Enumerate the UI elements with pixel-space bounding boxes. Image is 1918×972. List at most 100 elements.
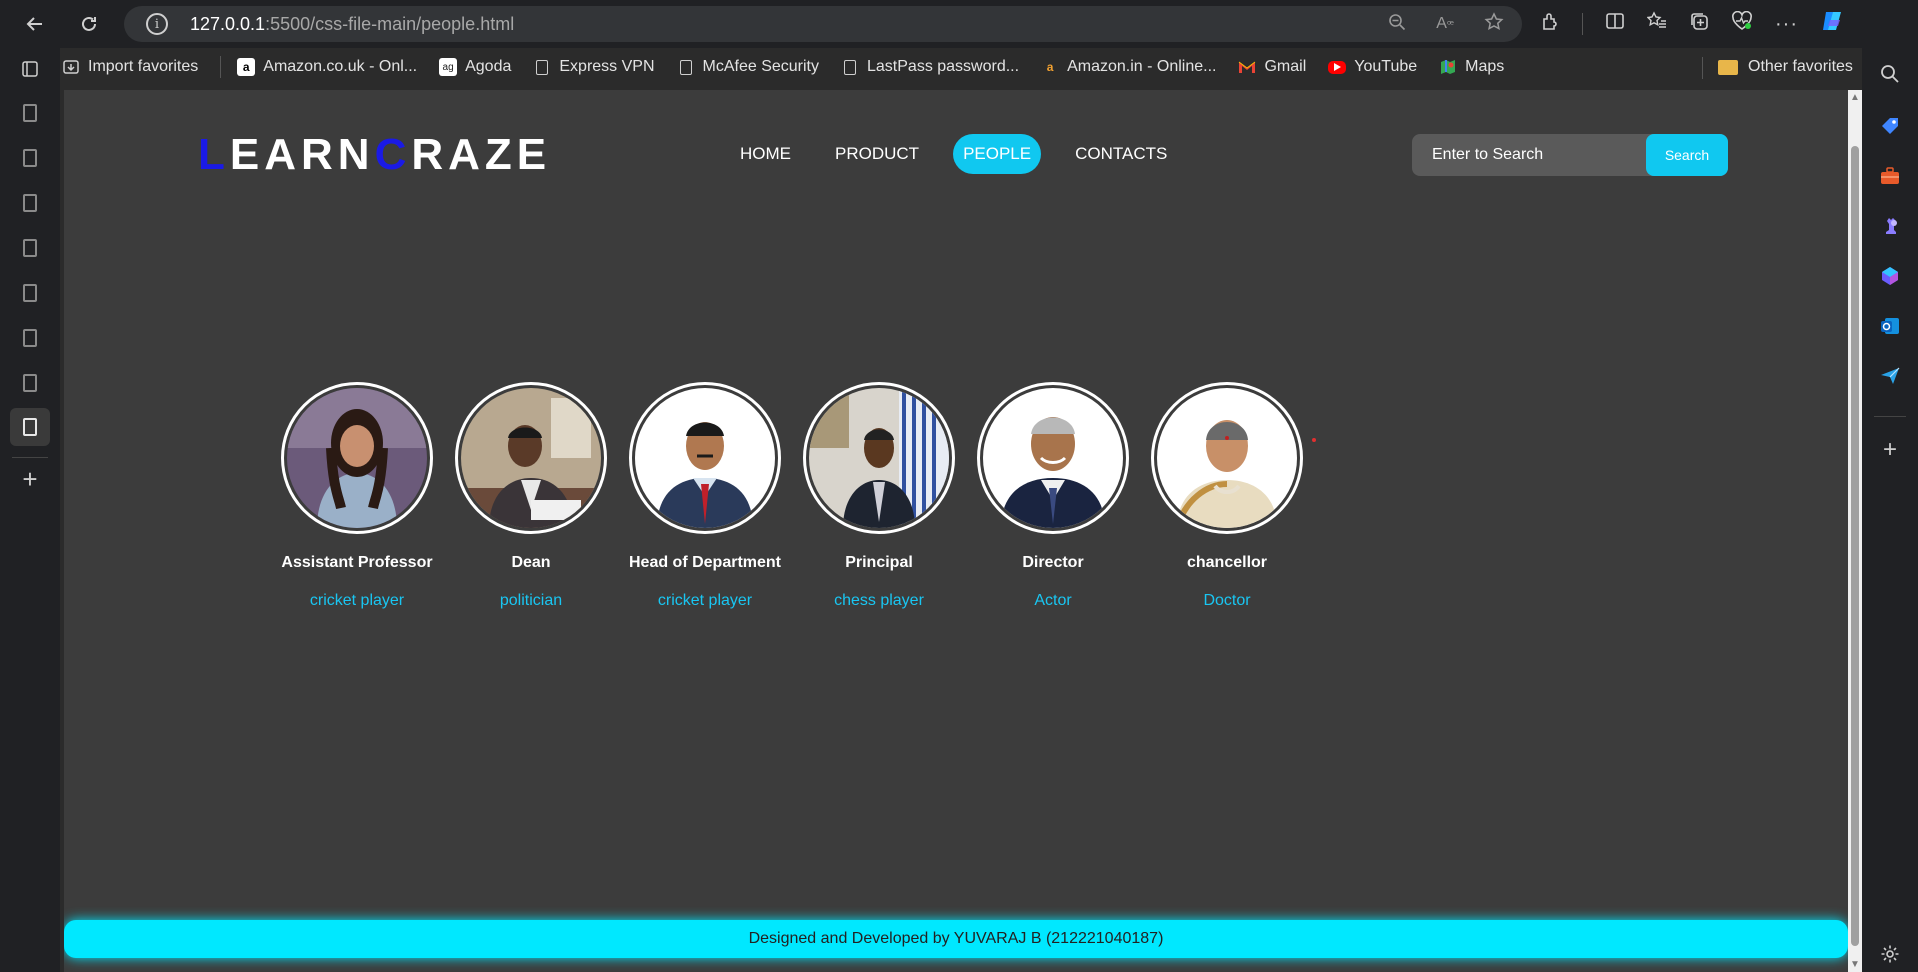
outlook-icon[interactable] bbox=[1876, 312, 1904, 340]
other-favorites[interactable]: Other favorites bbox=[1718, 50, 1853, 84]
tab-page-icon[interactable] bbox=[10, 274, 50, 312]
site-logo[interactable]: LEARNCRAZE bbox=[198, 130, 551, 180]
nav-people[interactable]: PEOPLE bbox=[953, 134, 1042, 174]
address-bar[interactable]: i 127.0.0.1:5500/css-file-main/people.ht… bbox=[124, 6, 1522, 42]
folder-icon bbox=[1718, 59, 1738, 75]
avatar[interactable] bbox=[629, 382, 781, 534]
person-title: Dean bbox=[511, 554, 551, 571]
favorite-item[interactable]: Gmail bbox=[1238, 58, 1306, 76]
page-icon bbox=[677, 58, 695, 76]
person-card: chancellor Doctor bbox=[1151, 382, 1303, 610]
person-role: cricket player bbox=[657, 592, 753, 609]
page-scrollbar[interactable]: ▲ ▼ bbox=[1848, 90, 1862, 972]
avatar[interactable] bbox=[803, 382, 955, 534]
new-tab-plus-icon[interactable]: + bbox=[10, 460, 50, 498]
logo-text-earn: EARN bbox=[229, 130, 375, 179]
health-icon[interactable] bbox=[1731, 10, 1753, 37]
person-role: politician bbox=[499, 592, 563, 609]
favorite-item[interactable]: Maps bbox=[1439, 58, 1504, 76]
m365-icon[interactable] bbox=[1876, 262, 1904, 290]
favorite-item[interactable]: a Amazon.in - Online... bbox=[1041, 58, 1217, 76]
browser-window: i 127.0.0.1:5500/css-file-main/people.ht… bbox=[0, 0, 1918, 972]
favorites-bar: Import favorites a Amazon.co.uk - Onl...… bbox=[62, 50, 1852, 84]
tab-page-icon[interactable] bbox=[10, 139, 50, 177]
refresh-icon[interactable] bbox=[72, 7, 106, 41]
settings-gear-icon[interactable] bbox=[1876, 940, 1904, 968]
extensions-icon[interactable] bbox=[1540, 11, 1560, 37]
favorite-label: YouTube bbox=[1354, 58, 1418, 75]
more-menu-icon[interactable]: ··· bbox=[1775, 13, 1798, 36]
person-card: Director Actor bbox=[977, 382, 1129, 610]
read-aloud-icon[interactable]: Aꟹ bbox=[1436, 15, 1454, 33]
back-icon[interactable] bbox=[18, 7, 52, 41]
favorite-item[interactable]: YouTube bbox=[1328, 58, 1417, 76]
tab-actions-icon[interactable] bbox=[10, 50, 50, 88]
vertical-tabs-panel: + bbox=[0, 48, 60, 972]
page-icon bbox=[841, 58, 859, 76]
avatar[interactable] bbox=[281, 382, 433, 534]
favorite-item[interactable]: LastPass password... bbox=[841, 58, 1019, 76]
favorite-label: Import favorites bbox=[88, 58, 199, 75]
site-nav: HOME PRODUCT PEOPLE CONTACTS bbox=[730, 134, 1201, 174]
person-title: Principal bbox=[845, 554, 913, 571]
site-info-icon[interactable]: i bbox=[146, 13, 168, 35]
url-path: :5500/css-file-main/people.html bbox=[265, 13, 515, 34]
favorites-divider bbox=[220, 56, 222, 78]
favorite-label: Maps bbox=[1465, 58, 1505, 75]
avatar[interactable] bbox=[1151, 382, 1303, 534]
shopping-tag-icon[interactable] bbox=[1876, 112, 1904, 140]
favorites-list-icon[interactable] bbox=[1646, 11, 1667, 37]
scrollbar-thumb[interactable] bbox=[1851, 146, 1859, 946]
person-title: Assistant Professor bbox=[281, 554, 433, 571]
sidebar-divider bbox=[1874, 416, 1906, 417]
favorite-item[interactable]: Express VPN bbox=[533, 58, 655, 76]
person-card: Head of Department cricket player bbox=[629, 382, 781, 610]
favorite-label: Express VPN bbox=[559, 58, 655, 75]
favorite-item[interactable]: Import favorites bbox=[62, 58, 198, 76]
active-tab-page-icon[interactable] bbox=[10, 408, 50, 446]
zoom-out-icon[interactable] bbox=[1388, 13, 1406, 36]
avatar[interactable] bbox=[977, 382, 1129, 534]
split-screen-icon[interactable] bbox=[1605, 11, 1625, 37]
send-icon[interactable] bbox=[1876, 362, 1904, 390]
site-footer: Designed and Developed by YUVARAJ B (212… bbox=[64, 920, 1848, 958]
favorite-item[interactable]: ag Agoda bbox=[439, 58, 511, 76]
tab-page-icon[interactable] bbox=[10, 364, 50, 402]
add-plus-icon[interactable]: + bbox=[1876, 436, 1904, 464]
nav-product[interactable]: PRODUCT bbox=[825, 134, 929, 174]
url-host: 127.0.0.1 bbox=[190, 13, 266, 34]
games-chess-icon[interactable] bbox=[1876, 212, 1904, 240]
youtube-icon bbox=[1328, 60, 1347, 74]
maps-icon bbox=[1439, 58, 1457, 76]
nav-home[interactable]: HOME bbox=[730, 134, 801, 174]
favorite-star-icon[interactable] bbox=[1484, 11, 1504, 37]
tab-page-icon[interactable] bbox=[10, 184, 50, 222]
favorite-item[interactable]: a Amazon.co.uk - Onl... bbox=[237, 58, 417, 76]
amazon-icon: a bbox=[1046, 60, 1054, 74]
favorite-label: McAfee Security bbox=[702, 58, 819, 75]
favorite-label: Amazon.in - Online... bbox=[1067, 58, 1217, 75]
favorite-item[interactable]: McAfee Security bbox=[677, 58, 819, 76]
page-icon bbox=[533, 58, 551, 76]
scroll-down-arrow-icon[interactable]: ▼ bbox=[1850, 959, 1860, 970]
nav-contacts[interactable]: CONTACTS bbox=[1065, 134, 1177, 174]
search-icon[interactable] bbox=[1876, 60, 1904, 88]
page-viewport: LEARNCRAZE HOME PRODUCT PEOPLE CONTACTS … bbox=[64, 90, 1848, 972]
copilot-icon[interactable] bbox=[1820, 8, 1846, 40]
other-favorites-label: Other favorites bbox=[1748, 58, 1853, 75]
person-card: Principal chess player bbox=[803, 382, 955, 610]
collections-icon[interactable] bbox=[1689, 11, 1709, 37]
tab-page-icon[interactable] bbox=[10, 319, 50, 357]
tab-page-icon[interactable] bbox=[10, 229, 50, 267]
search-button[interactable]: Search bbox=[1646, 134, 1728, 176]
tabs-divider bbox=[12, 457, 48, 458]
avatar[interactable] bbox=[455, 382, 607, 534]
tab-page-icon[interactable] bbox=[10, 94, 50, 132]
scroll-up-arrow-icon[interactable]: ▲ bbox=[1850, 92, 1860, 103]
tools-briefcase-icon[interactable] bbox=[1876, 162, 1904, 190]
person-card: Dean politician bbox=[455, 382, 607, 610]
footer-text: Designed and Developed by YUVARAJ B (212… bbox=[748, 930, 1164, 947]
search-input[interactable] bbox=[1412, 134, 1646, 176]
person-role: chess player bbox=[834, 592, 924, 609]
person-role: Doctor bbox=[1203, 592, 1251, 609]
